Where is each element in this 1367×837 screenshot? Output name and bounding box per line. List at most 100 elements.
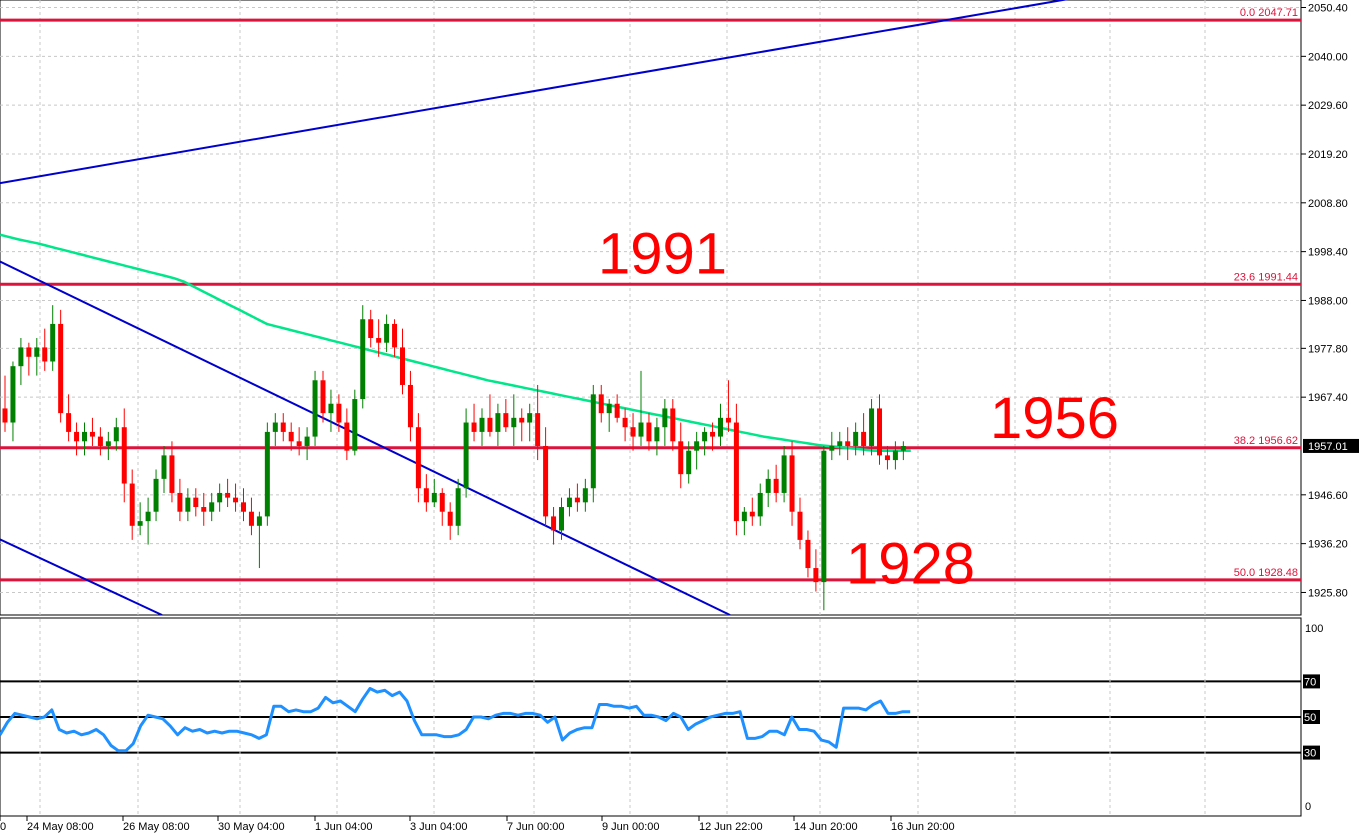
- candle-body: [829, 445, 835, 451]
- candle-body: [18, 347, 24, 367]
- price-grid: [0, 0, 1301, 615]
- rsi-axis[interactable]: 100 70 50 30 0: [1303, 623, 1323, 813]
- candle-body: [312, 380, 318, 437]
- candle-body: [590, 394, 596, 489]
- candle-body: [201, 507, 207, 512]
- price-annotations: 1991 1956 1928: [598, 222, 1119, 597]
- candle-body: [304, 436, 310, 446]
- candle-body: [861, 431, 867, 446]
- candle-body: [797, 511, 803, 540]
- candle-body: [702, 431, 708, 442]
- moving-average: [0, 233, 911, 452]
- candle-body: [209, 502, 215, 512]
- candle-body: [535, 413, 541, 446]
- candle-body: [241, 502, 246, 512]
- candle-body: [328, 403, 334, 414]
- fib-level-label: 0.0 2047.71: [1240, 7, 1298, 19]
- time-axis[interactable]: 0 24 May 08:00 26 May 08:00 30 May 04:00 1 J…: [0, 816, 955, 833]
- candle-body: [487, 417, 493, 432]
- candle-body: [527, 413, 533, 423]
- candle-body: [153, 478, 159, 512]
- candle-body: [877, 408, 882, 456]
- price-tick-label: 2008.80: [1308, 198, 1348, 210]
- candle-body: [26, 347, 32, 357]
- price-tick-label: 1936.20: [1308, 539, 1348, 551]
- price-axis[interactable]: 2050.40 2040.00 2029.60 2019.20 2008.80 1998.…: [1301, 3, 1359, 600]
- candle-body: [336, 403, 342, 423]
- price-tick-label: 2050.40: [1308, 3, 1348, 15]
- candle-body: [121, 427, 127, 484]
- candle-body: [185, 497, 191, 512]
- time-tick-label: 16 Jun 20:00: [891, 821, 955, 833]
- price-tick-label: 1977.80: [1308, 343, 1348, 355]
- candle-body: [66, 413, 72, 432]
- candle-body: [352, 399, 358, 451]
- candle-body: [58, 323, 64, 414]
- candle-body: [559, 507, 564, 531]
- price-tick-label: 1998.40: [1308, 247, 1348, 259]
- candle-body: [598, 394, 604, 414]
- candle-body: [749, 511, 755, 517]
- rsi-tick-label: 50: [1304, 712, 1316, 724]
- candle-body: [837, 441, 843, 446]
- price-annotation: 1991: [598, 222, 727, 287]
- price-tick-label: 1967.40: [1308, 392, 1348, 404]
- candle-body: [384, 323, 390, 343]
- candle-body: [225, 492, 231, 498]
- rsi-tick-label: 30: [1304, 748, 1316, 760]
- candle-body: [10, 366, 16, 423]
- candle-body: [892, 450, 898, 461]
- candle-body: [582, 488, 588, 503]
- candle-body: [288, 431, 294, 442]
- fibonacci-levels: 0.0 2047.71 23.6 1991.44 38.2 1956.62 50.0 …: [0, 7, 1301, 582]
- candle-body: [455, 488, 461, 526]
- candle-body: [471, 422, 477, 432]
- candle-body: [463, 422, 469, 489]
- candle-body: [710, 431, 716, 437]
- candle-body: [2, 408, 8, 423]
- candle-body: [479, 417, 485, 432]
- candle-body: [725, 417, 731, 423]
- candle-body: [360, 319, 366, 400]
- candle-body: [137, 521, 143, 526]
- price-tick-label: 1946.60: [1308, 490, 1348, 502]
- candle-body: [280, 422, 286, 432]
- candle-body: [654, 427, 660, 442]
- candle-body: [813, 568, 819, 583]
- time-tick-label: 9 Jun 00:00: [602, 821, 660, 833]
- time-tick-label: 12 Jun 22:00: [699, 821, 763, 833]
- candle-body: [248, 511, 254, 526]
- candle-body: [415, 427, 421, 489]
- candle-body: [869, 408, 875, 446]
- candle-body: [105, 441, 111, 446]
- candle-body: [89, 431, 95, 437]
- candle-body: [193, 497, 199, 508]
- candle-body: [733, 422, 739, 522]
- time-tick-label: 3 Jun 04:00: [410, 821, 468, 833]
- candle-body: [344, 422, 350, 451]
- rsi-tick-label: 70: [1304, 676, 1316, 688]
- fib-level-label: 38.2 1956.62: [1234, 435, 1298, 447]
- candle-body: [741, 511, 747, 522]
- candle-body: [670, 408, 676, 442]
- candle-body: [368, 319, 374, 339]
- fib-level-label: 23.6 1991.44: [1234, 271, 1298, 283]
- ma-line: [0, 233, 911, 452]
- candle-body: [97, 436, 103, 446]
- candle-body: [551, 516, 557, 531]
- time-tick-label: 14 Jun 20:00: [794, 821, 858, 833]
- candle-body: [169, 455, 175, 493]
- candle-body: [900, 445, 906, 451]
- candle-body: [34, 347, 40, 357]
- candle-body: [853, 431, 859, 446]
- candle-body: [42, 347, 48, 362]
- candle-body: [233, 497, 239, 503]
- price-tick-label: 2019.20: [1308, 149, 1348, 161]
- price-annotation: 1956: [990, 386, 1119, 451]
- candle-body: [217, 492, 223, 503]
- candle-body: [113, 427, 119, 442]
- candle-body: [320, 380, 326, 414]
- price-tick-label: 2029.60: [1308, 100, 1348, 112]
- candle-body: [407, 384, 413, 428]
- price-tick-label: 2040.00: [1308, 51, 1348, 63]
